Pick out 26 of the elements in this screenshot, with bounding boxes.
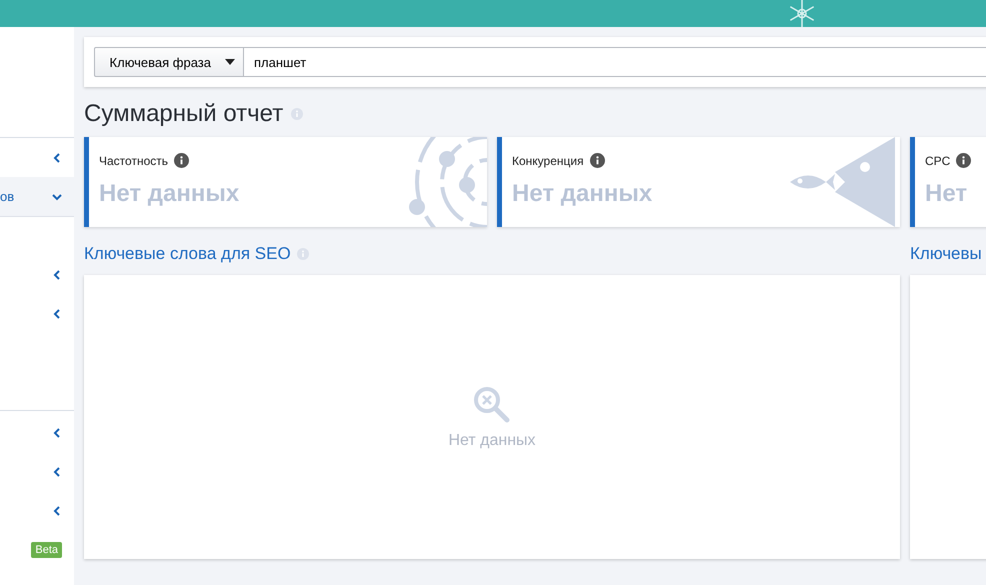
- caret-icon: [225, 59, 235, 65]
- chevron-icon[interactable]: [52, 152, 62, 162]
- metric-label: Частотность: [99, 154, 168, 168]
- sidebar-item[interactable]: ов: [0, 177, 74, 217]
- chevron-icon[interactable]: [52, 192, 62, 202]
- info-icon[interactable]: [956, 153, 972, 168]
- sidebar-item-label: ов: [0, 189, 14, 204]
- chevron-icon[interactable]: [52, 466, 62, 476]
- metric-value: Нет: [925, 180, 968, 208]
- section-title: Ключевые слова для SEO: [84, 244, 291, 264]
- info-icon[interactable]: [590, 153, 605, 168]
- empty-message: Нет данных: [448, 432, 536, 450]
- beta-badge: Beta: [31, 542, 62, 558]
- metric-value: Нет данных: [99, 180, 240, 208]
- info-icon[interactable]: [174, 153, 189, 168]
- metric-value: Нет данных: [512, 180, 654, 208]
- chevron-icon[interactable]: [52, 506, 62, 516]
- chevron-icon[interactable]: [52, 308, 62, 318]
- metric-label: Конкуренция: [512, 154, 584, 168]
- section-title: Ключевы: [910, 244, 982, 264]
- page-title: Суммарный отчет: [84, 100, 284, 128]
- search-field[interactable]: планшет: [244, 47, 986, 77]
- search-mode-dropdown[interactable]: Ключевая фраза: [94, 47, 244, 77]
- metric-label: CPC: [925, 154, 950, 168]
- chevron-icon[interactable]: [52, 428, 62, 438]
- chevron-icon[interactable]: [52, 270, 62, 280]
